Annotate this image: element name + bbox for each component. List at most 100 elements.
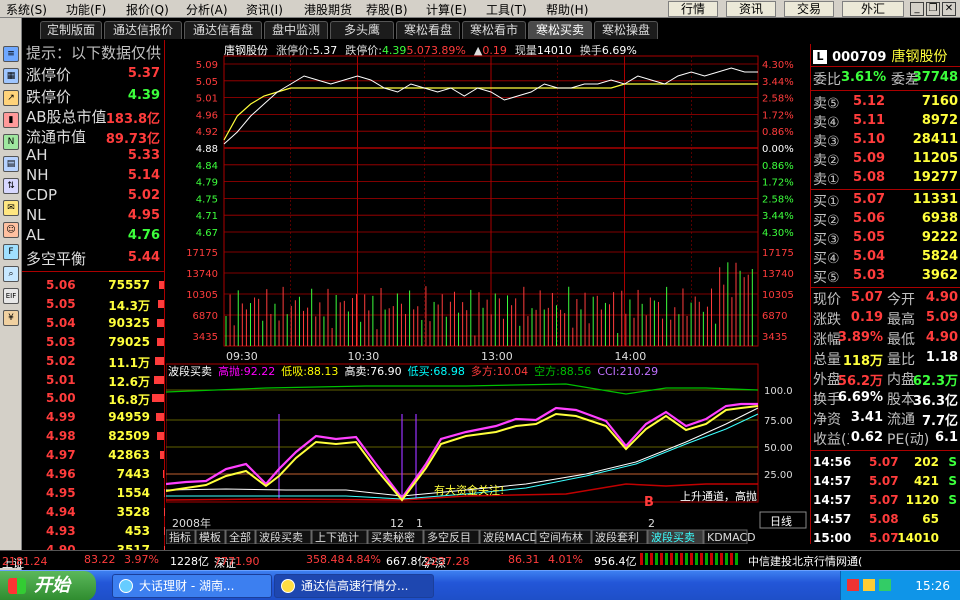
ask-level-row[interactable]: 卖① 5.08 19277 — [813, 169, 960, 188]
restore-icon[interactable]: ❐ — [926, 2, 940, 16]
ask-level-row[interactable]: 卖③ 5.10 28411 — [813, 131, 960, 150]
volume-tick-label-right: 6870 — [762, 311, 787, 322]
tab-hansong-market[interactable]: 寒松看市 — [462, 21, 526, 39]
indicator-tab-label: 波段MACD — [483, 530, 538, 544]
market-breadth-bar — [640, 553, 740, 565]
menu-help[interactable]: 帮助(H) — [546, 1, 588, 17]
stat-value: 7.7亿 — [921, 414, 958, 429]
indicator-tick-label: 75.00 — [764, 416, 793, 427]
price-volume-row[interactable]: 4.95 1554 — [26, 484, 164, 502]
left-stat-value: 5.14 — [127, 168, 160, 183]
pv-price: 5.01 — [46, 372, 76, 387]
indicator-key: 多方: — [471, 364, 497, 378]
ask-level-row[interactable]: 卖④ 5.11 8972 — [813, 112, 960, 131]
stat-value: 36.3亿 — [912, 394, 958, 409]
start-button[interactable]: 开始 — [0, 571, 96, 600]
left-stat-label: 跌停价 — [26, 88, 72, 106]
price-volume-row[interactable]: 5.01 12.6万 — [26, 371, 164, 389]
indicator-value: 88.56 — [560, 365, 592, 378]
price-tick-label: 4.92 — [196, 127, 218, 138]
quick-forex-button[interactable]: 外汇 — [842, 1, 904, 17]
users-icon[interactable]: ☺ — [3, 222, 19, 238]
menu-recommend[interactable]: 荐股(B) — [366, 1, 408, 17]
bid-level-row[interactable]: 买③ 5.05 9222 — [813, 229, 960, 248]
price-volume-row[interactable]: 4.97 42863 — [26, 446, 164, 464]
candle-chart-icon[interactable]: ▮ — [3, 112, 19, 128]
mail-icon[interactable]: ✉ — [3, 200, 19, 216]
trend-chart-icon[interactable]: ↗ — [3, 90, 19, 106]
minimize-icon[interactable]: _ — [910, 2, 924, 16]
indicator-short-line — [165, 383, 759, 395]
ask-level-row[interactable]: 卖⑤ 5.12 7160 — [813, 93, 960, 112]
list-icon[interactable]: ≡ — [3, 46, 19, 62]
tab-custom-layout[interactable]: 定制版面 — [40, 21, 102, 39]
price-volume-row[interactable]: 5.04 90325 — [26, 314, 164, 332]
menu-hk-futures[interactable]: 港股期货 — [304, 1, 352, 17]
fund-icon[interactable]: F — [3, 244, 19, 260]
menu-quote[interactable]: 报价(Q) — [126, 1, 169, 17]
tab-intraday-monitor[interactable]: 盘中监测 — [264, 21, 328, 39]
indicator-tab-label: 买卖秘密 — [371, 530, 415, 544]
tab-hansong-trade[interactable]: 寒松买卖 — [528, 21, 592, 39]
left-stat-row: NL 4.95 — [26, 206, 164, 224]
bid-price: 5.05 — [853, 230, 886, 245]
tray-app-icon[interactable] — [847, 579, 859, 591]
bid-level-row[interactable]: 买④ 5.04 5824 — [813, 248, 960, 267]
hs-change: 86.31 — [508, 553, 540, 566]
menu-info[interactable]: 资讯(I) — [246, 1, 283, 17]
ask-volume: 11205 — [912, 151, 958, 166]
tab-hansong-watch[interactable]: 寒松看盘 — [396, 21, 460, 39]
menu-analysis[interactable]: 分析(A) — [186, 1, 228, 17]
quick-info-button[interactable]: 资讯 — [726, 1, 776, 17]
price-volume-row[interactable]: 5.00 16.8万 — [26, 389, 164, 407]
tab-tdx-watch[interactable]: 通达信看盘 — [184, 21, 262, 39]
tab-hansong-operate[interactable]: 寒松操盘 — [594, 21, 658, 39]
menu-function[interactable]: 功能(F) — [66, 1, 106, 17]
bid-level-row[interactable]: 买② 5.06 6938 — [813, 210, 960, 229]
taskbar-item-browser[interactable]: 大话理财 - 湖南... — [112, 574, 272, 598]
chart-header-value: 3.89% — [431, 44, 466, 57]
price-volume-row[interactable]: 4.94 3528 — [26, 503, 164, 521]
ask-level-row[interactable]: 卖② 5.09 11205 — [813, 150, 960, 169]
menu-calc[interactable]: 计算(E) — [426, 1, 467, 17]
price-volume-row[interactable]: 4.93 453 — [26, 522, 164, 540]
trade-volume: 14010 — [897, 531, 939, 545]
menu-system[interactable]: 系统(S) — [6, 1, 47, 17]
money-icon[interactable]: ¥ — [3, 310, 19, 326]
server-name[interactable]: 中信建投北京行情网通( — [748, 553, 862, 568]
trade-side: S — [948, 455, 957, 469]
order-ratio-row: 委比 3.61% 委差 37748 — [813, 69, 960, 88]
indicator-tab-label: 模板 — [199, 530, 221, 544]
pv-volume: 1554 — [116, 485, 150, 500]
grid-icon[interactable]: ▦ — [3, 68, 19, 84]
tray-network-icon[interactable] — [879, 579, 891, 591]
menu-tools[interactable]: 工具(T) — [486, 1, 527, 17]
close-icon[interactable]: ✕ — [942, 2, 956, 16]
tray-security-icon[interactable] — [863, 579, 875, 591]
price-volume-row[interactable]: 4.99 94959 — [26, 408, 164, 426]
bid-level-row[interactable]: 买⑤ 5.03 3962 — [813, 267, 960, 286]
left-stat-label: 流通市值 — [26, 128, 87, 146]
indicator-key: 高卖: — [344, 364, 370, 378]
intraday-chart[interactable]: 唐钢股份 涨停价:5.37 跌停价:4.395.073.89% ▲0.19 现量1401… — [165, 43, 808, 545]
taskbar-item-tdx[interactable]: 通达信高速行情分... — [274, 574, 434, 598]
price-volume-row[interactable]: 5.05 14.3万 — [26, 295, 164, 313]
tab-bull-eagle[interactable]: 多头鹰 — [330, 21, 394, 39]
news-icon[interactable]: N — [3, 134, 19, 150]
price-volume-row[interactable]: 4.96 7443 — [26, 465, 164, 483]
sort-icon[interactable]: ⇅ — [3, 178, 19, 194]
eif-icon[interactable]: EIF — [3, 288, 19, 304]
price-volume-row[interactable]: 5.06 75557 — [26, 276, 164, 294]
quick-quote-button[interactable]: 行情 — [668, 1, 718, 17]
price-volume-row[interactable]: 5.03 79025 — [26, 333, 164, 351]
bid-level-row[interactable]: 买① 5.07 11331 — [813, 191, 960, 210]
clock[interactable]: 15:26 — [915, 579, 950, 593]
pv-price: 4.96 — [46, 467, 76, 481]
table-icon[interactable]: ▤ — [3, 156, 19, 172]
tab-tdx-quote[interactable]: 通达信报价 — [104, 21, 182, 39]
time-tick-label: 13:00 — [481, 350, 513, 363]
price-volume-row[interactable]: 5.02 11.1万 — [26, 352, 164, 370]
search-icon[interactable]: ⌕ — [3, 266, 19, 282]
price-volume-row[interactable]: 4.98 82509 — [26, 427, 164, 445]
quick-trade-button[interactable]: 交易 — [784, 1, 834, 17]
